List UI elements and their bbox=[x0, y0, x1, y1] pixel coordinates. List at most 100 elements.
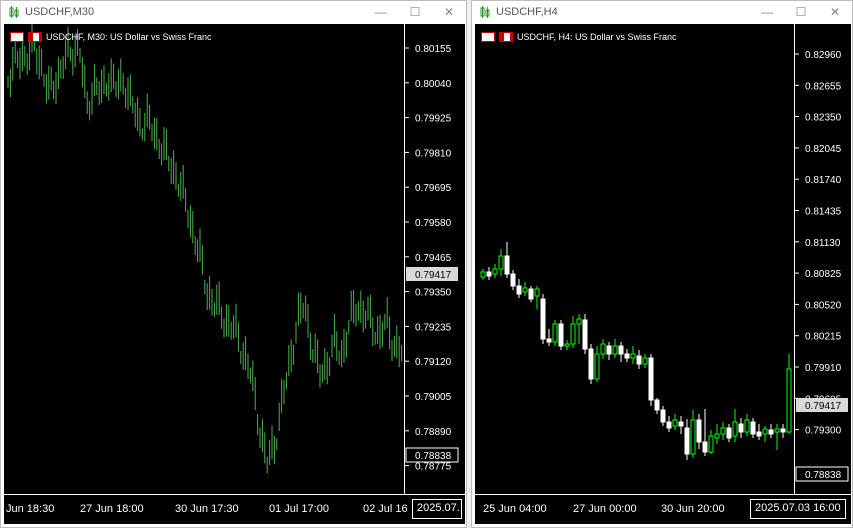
maximize-icon[interactable]: ☐ bbox=[784, 1, 818, 23]
candle-body bbox=[774, 428, 780, 433]
window-title: USDCHF,M30 bbox=[25, 6, 95, 18]
chart-window-h4[interactable]: USDCHF,H4 — ☐ ✕ USDCHF, H4: US Dollar vs… bbox=[471, 0, 853, 528]
price-label: 0.80215 bbox=[805, 332, 842, 343]
candle-body bbox=[762, 428, 768, 435]
price-label: 0.79120 bbox=[415, 357, 452, 368]
candle-body bbox=[768, 429, 774, 435]
candle-body bbox=[690, 419, 696, 455]
candle-body bbox=[576, 318, 582, 325]
price-label: 0.81435 bbox=[805, 207, 842, 218]
chart-symbol-label: USDCHF, H4: US Dollar vs Swiss Franc bbox=[481, 32, 677, 42]
time-scale[interactable]: 25 Jun 04:00 27 Jun 00:00 30 Jun 20:00 2… bbox=[475, 494, 851, 524]
candlestick-chart bbox=[480, 242, 792, 460]
candle-body bbox=[516, 285, 522, 295]
window-titlebar[interactable]: USDCHF,H4 — ☐ ✕ bbox=[472, 1, 852, 23]
candle-body bbox=[480, 271, 486, 278]
price-label: 0.80825 bbox=[805, 269, 842, 280]
price-label: 0.79350 bbox=[415, 288, 452, 299]
price-scale[interactable]: 0.80155 0.80040 0.79925 0.79810 0.79695 0.795… bbox=[404, 24, 465, 494]
candle-body bbox=[750, 421, 756, 435]
price-axis: 0.80155 0.80040 0.79925 0.79810 0.79695 0.795… bbox=[405, 44, 459, 473]
candle-body bbox=[492, 268, 498, 275]
close-icon[interactable]: ✕ bbox=[818, 1, 852, 23]
price-label: 0.79465 bbox=[415, 253, 452, 264]
crosshair-time-box: 2025.07. bbox=[412, 499, 462, 519]
price-label: 0.82350 bbox=[805, 113, 842, 124]
candle-body bbox=[600, 343, 606, 355]
current-price-label: 0.79417 bbox=[805, 401, 842, 412]
window-titlebar[interactable]: USDCHF,M30 — ☐ ✕ bbox=[1, 1, 466, 23]
minimize-icon[interactable]: — bbox=[750, 1, 784, 23]
price-label: 0.80040 bbox=[415, 79, 452, 90]
candle-body bbox=[582, 319, 588, 350]
candle-body bbox=[498, 255, 504, 270]
ask-price-label: 0.78838 bbox=[805, 470, 842, 481]
time-label: 30 Jun 20:00 bbox=[661, 503, 725, 515]
price-label: 0.79580 bbox=[415, 218, 452, 229]
candle-body bbox=[654, 399, 660, 411]
price-chart-area[interactable]: USDCHF, M30: US Dollar vs Swiss Franc bbox=[4, 21, 404, 494]
price-label: 0.80155 bbox=[415, 44, 452, 55]
candle-body bbox=[570, 323, 576, 345]
candle-body bbox=[678, 421, 684, 427]
candle-body bbox=[708, 435, 714, 453]
candle-body bbox=[588, 348, 594, 380]
candle-body bbox=[660, 409, 666, 423]
price-label: 0.82045 bbox=[805, 144, 842, 155]
candle-body bbox=[504, 255, 510, 275]
candle-body bbox=[594, 353, 600, 380]
candle-body bbox=[552, 323, 558, 343]
time-label: 02 Jul 16 bbox=[363, 503, 408, 515]
price-label: 0.79810 bbox=[415, 148, 452, 159]
candle-body bbox=[534, 288, 540, 297]
price-label: 0.79695 bbox=[415, 183, 452, 194]
ask-price-label: 0.78838 bbox=[415, 451, 452, 462]
candle-body bbox=[522, 287, 528, 293]
minimize-icon[interactable]: — bbox=[364, 1, 398, 23]
price-label: 0.82655 bbox=[805, 81, 842, 92]
candle-body bbox=[564, 343, 570, 347]
candlestick-app-icon bbox=[480, 6, 490, 18]
candle-body bbox=[636, 355, 642, 365]
flag-icon bbox=[499, 32, 513, 42]
price-label: 0.78775 bbox=[415, 462, 452, 473]
close-icon[interactable]: ✕ bbox=[432, 1, 466, 23]
price-label: 0.79005 bbox=[415, 392, 452, 403]
price-chart-area[interactable]: USDCHF, H4: US Dollar vs Swiss Franc bbox=[475, 24, 794, 494]
candlestick-app-icon bbox=[9, 6, 19, 18]
price-label: 0.80520 bbox=[805, 300, 842, 311]
candle-body bbox=[780, 428, 786, 433]
price-scale[interactable]: 0.82960 0.82655 0.82350 0.82045 0.81740 0.814… bbox=[794, 24, 851, 494]
price-label: 0.81740 bbox=[805, 175, 842, 186]
maximize-icon[interactable]: ☐ bbox=[398, 1, 432, 23]
chart-window-m30[interactable]: USDCHF,M30 — ☐ ✕ USDCHF, M30: US Dollar … bbox=[0, 0, 467, 528]
candle-body bbox=[756, 431, 762, 437]
candle-body bbox=[702, 441, 708, 453]
chart-title: USDCHF, M30: US Dollar vs Swiss Franc bbox=[46, 32, 212, 42]
time-scale[interactable]: Jun 18:30 27 Jun 18:00 30 Jun 17:30 01 J… bbox=[4, 494, 465, 524]
candle-body bbox=[672, 419, 678, 427]
candle-body bbox=[696, 419, 702, 443]
candle-body bbox=[714, 433, 720, 439]
price-axis: 0.82960 0.82655 0.82350 0.82045 0.81740 0.814… bbox=[795, 50, 849, 482]
candle-body bbox=[744, 419, 750, 433]
price-label: 0.82960 bbox=[805, 50, 842, 61]
chart-symbol-label: USDCHF, M30: US Dollar vs Swiss Franc bbox=[10, 32, 212, 42]
current-price-label: 0.79417 bbox=[415, 270, 452, 281]
price-label: 0.81130 bbox=[805, 238, 841, 249]
bar-chart bbox=[7, 21, 403, 474]
candle-body bbox=[540, 298, 546, 340]
candle-body bbox=[726, 427, 732, 439]
candle-body bbox=[528, 288, 534, 300]
price-label: 0.79300 bbox=[805, 426, 842, 437]
price-label: 0.79925 bbox=[415, 114, 452, 125]
time-label: 27 Jun 00:00 bbox=[573, 503, 637, 515]
time-label: 01 Jul 17:00 bbox=[269, 503, 329, 515]
candle-body bbox=[684, 427, 690, 455]
flag-icon bbox=[28, 32, 42, 42]
price-label: 0.79910 bbox=[805, 363, 842, 374]
time-label: Jun 18:30 bbox=[6, 503, 55, 515]
candle-body bbox=[720, 427, 726, 435]
candle-body bbox=[612, 345, 618, 355]
candle-body bbox=[738, 423, 744, 433]
